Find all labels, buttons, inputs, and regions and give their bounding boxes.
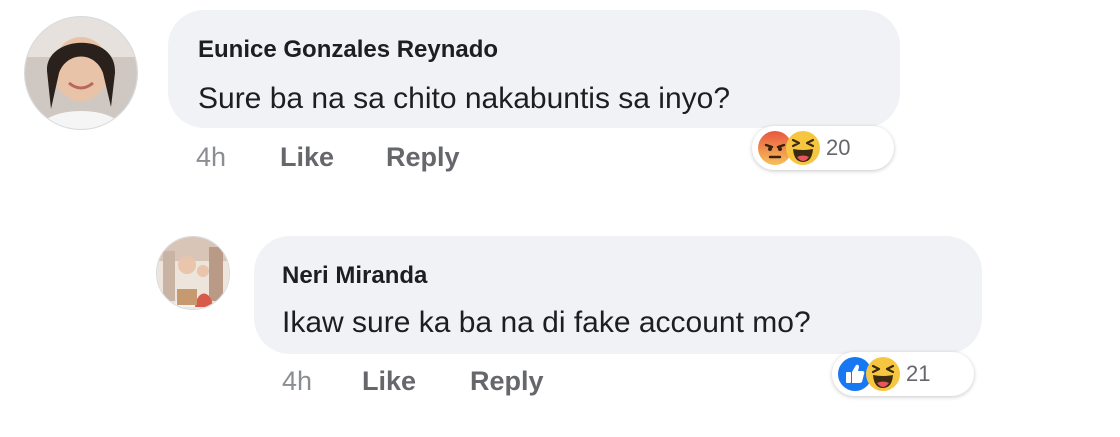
reaction-count: 21: [906, 361, 931, 386]
avatar[interactable]: [156, 236, 230, 310]
like-button[interactable]: Like: [362, 366, 416, 397]
reaction-count: 20: [826, 135, 851, 160]
comment-text: Ikaw sure ka ba na di fake account mo?: [282, 306, 811, 339]
reactions-summary[interactable]: 20: [752, 126, 894, 170]
haha-icon: [866, 357, 900, 391]
comment-actions: 4h Like Reply: [196, 142, 496, 178]
like-button[interactable]: Like: [280, 142, 334, 173]
comment-text: Sure ba na sa chito nakabuntis sa inyo?: [198, 82, 731, 115]
comment-actions: 4h Like Reply: [282, 366, 582, 402]
comment-timestamp: 4h: [282, 366, 313, 396]
reactions-summary[interactable]: 21: [832, 352, 974, 396]
reply-button[interactable]: Reply: [470, 366, 544, 397]
comment-timestamp: 4h: [196, 142, 227, 172]
comment-author[interactable]: Neri Miranda: [282, 262, 427, 290]
comment-author[interactable]: Eunice Gonzales Reynado: [198, 36, 498, 64]
reply-button[interactable]: Reply: [386, 142, 460, 173]
haha-icon: [786, 131, 820, 165]
avatar[interactable]: [24, 16, 138, 130]
